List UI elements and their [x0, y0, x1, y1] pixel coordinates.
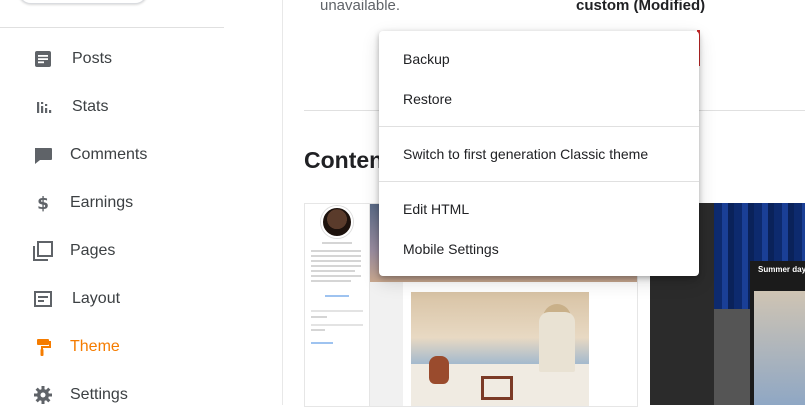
menu-item-label: Backup: [403, 51, 450, 67]
menu-item-switch-classic-theme[interactable]: Switch to first generation Classic theme: [379, 134, 699, 174]
posts-icon: [32, 48, 54, 70]
sidebar-item-pages[interactable]: Pages: [0, 234, 260, 268]
stats-icon: [32, 96, 54, 118]
sidebar-item-comments[interactable]: Comments: [0, 138, 260, 172]
theme-options-menu: Backup Restore Switch to first generatio…: [379, 31, 699, 276]
sidebar-item-earnings[interactable]: $ Earnings: [0, 186, 260, 220]
sidebar-item-label: Theme: [70, 338, 120, 355]
sidebar-item-theme[interactable]: Theme: [0, 330, 260, 364]
theme-status: custom (Modified): [576, 0, 706, 14]
preview-sidebar: [305, 204, 370, 406]
sidebar-item-label: Comments: [70, 146, 148, 163]
menu-item-label: Switch to first generation Classic theme: [403, 146, 649, 162]
menu-item-restore[interactable]: Restore: [379, 79, 699, 119]
new-post-button[interactable]: [18, 0, 148, 4]
menu-divider: [379, 181, 699, 182]
menu-item-label: Mobile Settings: [403, 241, 499, 257]
menu-item-backup[interactable]: Backup: [379, 39, 699, 79]
unavailable-text: unavailable.: [320, 0, 401, 14]
menu-item-label: Edit HTML: [403, 201, 470, 217]
menu-item-edit-html[interactable]: Edit HTML: [379, 189, 699, 229]
preview-post-title: Summer days in: [758, 265, 805, 274]
sidebar-item-label: Stats: [72, 98, 109, 115]
menu-item-mobile-settings[interactable]: Mobile Settings: [379, 229, 699, 269]
sidebar-item-settings[interactable]: Settings: [0, 378, 260, 412]
sidebar-item-layout[interactable]: Layout: [0, 282, 260, 316]
menu-divider: [379, 126, 699, 127]
sidebar-item-label: Settings: [70, 386, 128, 403]
preview-photo: [411, 292, 589, 406]
avatar: [321, 206, 353, 238]
menu-item-label: Restore: [403, 91, 453, 107]
preview-photo: [754, 291, 805, 405]
sidebar-item-label: Pages: [70, 242, 116, 259]
sidebar-item-posts[interactable]: Posts: [0, 42, 260, 76]
section-heading: Conten: [304, 147, 384, 173]
gear-icon: [32, 384, 54, 406]
sidebar-divider: [0, 27, 224, 28]
sidebar-item-label: Earnings: [70, 194, 134, 211]
svg-text:$: $: [37, 194, 49, 213]
paint-roller-icon: [32, 336, 54, 358]
preview-post-card: [403, 282, 637, 406]
layout-icon: [32, 288, 54, 310]
sidebar-item-label: Posts: [72, 50, 113, 67]
sidebar: Posts Stats Comments $ Earnings Pages La…: [0, 0, 283, 405]
comments-icon: [32, 144, 54, 166]
pages-icon: [32, 240, 54, 262]
sidebar-item-stats[interactable]: Stats: [0, 90, 260, 124]
dollar-icon: $: [32, 192, 54, 214]
sidebar-item-label: Layout: [72, 290, 121, 307]
